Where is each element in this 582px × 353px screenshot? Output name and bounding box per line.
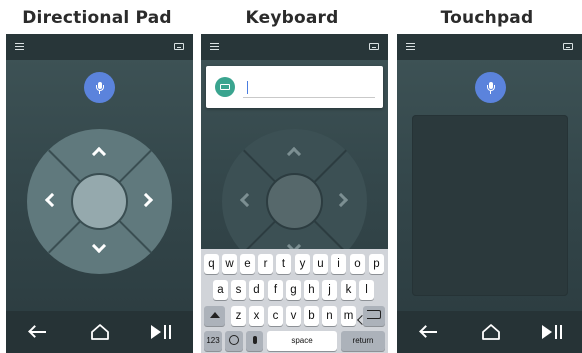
key-g[interactable]: g bbox=[286, 280, 301, 300]
key-e[interactable]: e bbox=[240, 254, 255, 274]
text-entry-card bbox=[206, 66, 383, 108]
bottom-nav-bar bbox=[397, 311, 582, 353]
dpad-center-button bbox=[266, 173, 323, 230]
key-k[interactable]: k bbox=[341, 280, 356, 300]
key-m[interactable]: m bbox=[341, 306, 356, 326]
top-bar bbox=[397, 34, 582, 60]
key-c[interactable]: c bbox=[268, 306, 283, 326]
key-v[interactable]: v bbox=[286, 306, 301, 326]
heading-keyboard: Keyboard bbox=[245, 8, 339, 28]
key-s[interactable]: s bbox=[231, 280, 246, 300]
play-pause-icon[interactable] bbox=[542, 325, 564, 339]
emoji-key[interactable] bbox=[225, 331, 243, 351]
key-i[interactable]: i bbox=[331, 254, 346, 274]
dictation-key[interactable] bbox=[246, 331, 263, 351]
text-input[interactable] bbox=[243, 78, 375, 98]
key-p[interactable]: p bbox=[369, 254, 384, 274]
top-bar bbox=[201, 34, 388, 60]
key-j[interactable]: j bbox=[322, 280, 337, 300]
top-bar bbox=[6, 34, 193, 60]
key-o[interactable]: o bbox=[350, 254, 365, 274]
key-w[interactable]: w bbox=[222, 254, 237, 274]
space-key[interactable]: space bbox=[267, 331, 337, 351]
key-f[interactable]: f bbox=[268, 280, 283, 300]
key-d[interactable]: d bbox=[249, 280, 264, 300]
menu-icon[interactable] bbox=[210, 43, 219, 51]
directional-pad bbox=[27, 129, 172, 274]
home-icon[interactable] bbox=[90, 323, 110, 341]
home-icon[interactable] bbox=[481, 323, 501, 341]
key-z[interactable]: z bbox=[231, 306, 246, 326]
keyboard-badge-icon bbox=[215, 77, 235, 97]
key-u[interactable]: u bbox=[313, 254, 328, 274]
key-h[interactable]: h bbox=[304, 280, 319, 300]
phone-screen-directional-pad bbox=[6, 34, 193, 353]
menu-icon[interactable] bbox=[406, 43, 415, 51]
key-y[interactable]: y bbox=[295, 254, 310, 274]
voice-search-button[interactable] bbox=[475, 72, 506, 103]
back-arrow-icon[interactable] bbox=[28, 324, 46, 340]
text-caret bbox=[247, 81, 248, 94]
phone-screen-touchpad bbox=[397, 34, 582, 353]
mic-icon bbox=[486, 81, 496, 94]
key-b[interactable]: b bbox=[304, 306, 319, 326]
key-q[interactable]: q bbox=[204, 254, 219, 274]
dpad-center-button[interactable] bbox=[71, 173, 128, 230]
shift-icon bbox=[209, 311, 220, 318]
return-key[interactable]: return bbox=[341, 331, 385, 351]
key-a[interactable]: a bbox=[213, 280, 228, 300]
delete-key[interactable] bbox=[363, 306, 385, 326]
keyboard-icon[interactable] bbox=[174, 43, 184, 50]
shift-key[interactable] bbox=[204, 306, 225, 326]
heading-directional-pad: Directional Pad bbox=[22, 8, 172, 28]
mic-icon bbox=[95, 81, 105, 94]
voice-search-button[interactable] bbox=[84, 72, 115, 103]
touchpad-area[interactable] bbox=[412, 115, 568, 296]
play-pause-icon[interactable] bbox=[151, 325, 173, 339]
phone-screen-keyboard: q w e r t y u i o p a s d f g h j k l z … bbox=[201, 34, 388, 353]
key-r[interactable]: r bbox=[258, 254, 273, 274]
key-l[interactable]: l bbox=[359, 280, 374, 300]
back-arrow-icon[interactable] bbox=[419, 324, 437, 340]
keyboard-icon[interactable] bbox=[369, 43, 379, 50]
menu-icon[interactable] bbox=[15, 43, 24, 51]
backspace-icon bbox=[367, 310, 381, 320]
key-x[interactable]: x bbox=[249, 306, 264, 326]
bottom-nav-bar bbox=[6, 311, 193, 353]
key-n[interactable]: n bbox=[322, 306, 337, 326]
emoji-icon bbox=[229, 334, 239, 345]
heading-touchpad: Touchpad bbox=[440, 8, 534, 28]
numbers-key[interactable]: 123 bbox=[204, 331, 222, 351]
mic-icon bbox=[252, 335, 257, 344]
keyboard-icon[interactable] bbox=[563, 43, 573, 50]
onscreen-keyboard: q w e r t y u i o p a s d f g h j k l z … bbox=[201, 249, 388, 353]
key-t[interactable]: t bbox=[276, 254, 291, 274]
